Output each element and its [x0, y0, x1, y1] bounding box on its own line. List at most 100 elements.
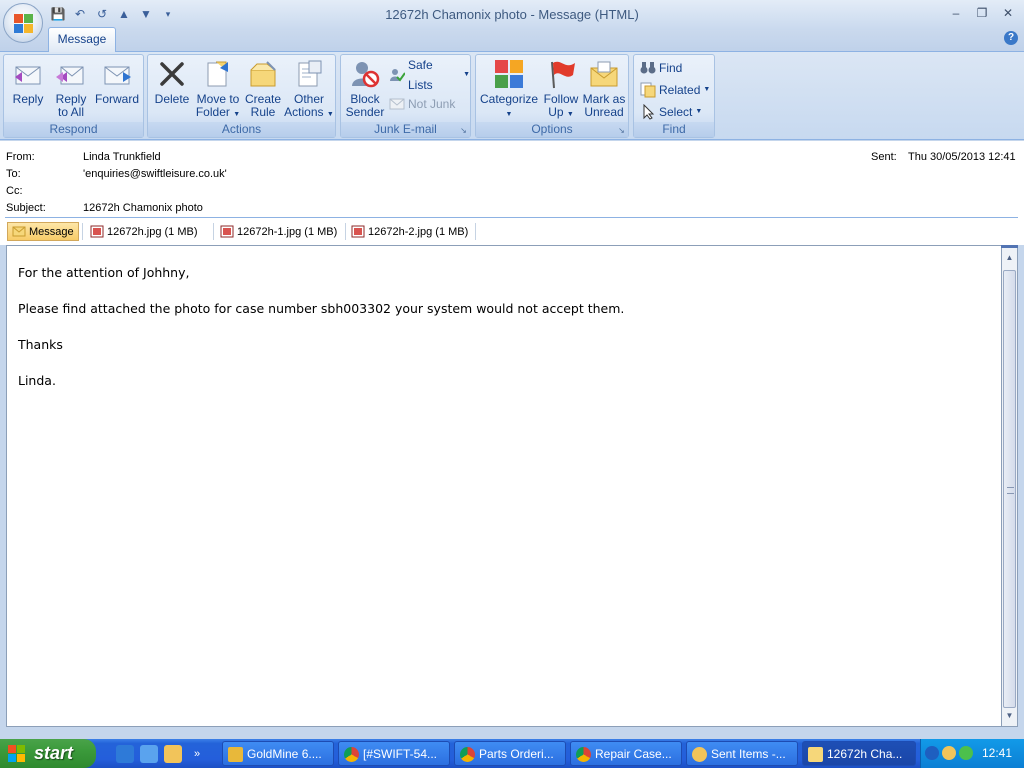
tab-message[interactable]: Message [48, 27, 116, 52]
body-line: Please find attached the photo for case … [18, 301, 625, 316]
window-controls: – ❐ ✕ [944, 4, 1020, 22]
scroll-up-icon[interactable]: ▲ [1002, 250, 1017, 266]
start-button[interactable]: start [0, 739, 96, 768]
system-tray: 12:41 [920, 739, 1024, 768]
internet-explorer-icon[interactable] [116, 745, 134, 763]
related-button[interactable]: Related ▼ [640, 80, 710, 100]
network-icon[interactable] [959, 746, 973, 760]
other-actions-button[interactable]: Other Actions ▼ [284, 58, 334, 121]
select-label: Select [659, 105, 693, 119]
scroll-thumb[interactable] [1003, 270, 1016, 708]
group-label-junk-email: Junk E-mail [341, 122, 470, 137]
attachment-divider [345, 223, 346, 240]
delete-button[interactable]: Delete [152, 58, 192, 106]
scroll-down-icon[interactable]: ▼ [1002, 708, 1017, 724]
group-label-respond: Respond [4, 122, 143, 137]
more-chevron-icon[interactable]: » [188, 745, 206, 763]
ribbon-tab-row [0, 30, 1024, 52]
group-respond: Reply Reply to All Forward Respond [3, 54, 144, 138]
windows-flag-icon [8, 745, 26, 763]
categorize-button[interactable]: Categorize ▼ [480, 58, 538, 121]
outlook-icon [692, 747, 707, 762]
dialog-launcher-icon[interactable]: ↘ [617, 126, 626, 135]
taskbar: start » GoldMine 6.... [#SWIFT-54... Par… [0, 739, 1024, 768]
block-sender-button[interactable]: Block Sender [343, 58, 387, 119]
window-bottom-frame [0, 727, 1024, 739]
subject-label: Subject: [6, 202, 46, 214]
attachment-item[interactable]: 12672h.jpg (1 MB) [86, 222, 202, 241]
attachment-label: 12672h-2.jpg (1 MB) [368, 225, 469, 238]
header-divider [5, 217, 1018, 218]
find-button[interactable]: Find [640, 58, 682, 78]
attachment-item[interactable]: 12672h-2.jpg (1 MB) [347, 222, 472, 241]
not-junk-button[interactable]: Not Junk [389, 94, 455, 114]
chevron-down-icon: ▼ [326, 111, 334, 118]
vertical-scrollbar[interactable]: ▲ ▼ [1001, 245, 1018, 727]
message-header: From: Linda Trunkfield To: 'enquiries@sw… [0, 141, 1024, 219]
body-line: Thanks [18, 337, 63, 352]
taskbar-button-current-message[interactable]: 12672h Cha... [802, 741, 916, 766]
outlook-tray-icon[interactable] [942, 746, 956, 760]
other-actions-icon [293, 58, 325, 90]
taskbar-button-parts-ordering[interactable]: Parts Orderi... [454, 741, 566, 766]
chevron-down-icon: ▼ [703, 86, 711, 93]
cursor-arrow-icon [640, 103, 656, 120]
close-button[interactable]: ✕ [996, 4, 1020, 22]
reply-icon [12, 58, 44, 90]
group-label-find: Find [634, 122, 714, 137]
outlook-icon[interactable] [164, 745, 182, 763]
chrome-icon [576, 747, 591, 762]
tray-expand-icon[interactable] [925, 746, 939, 760]
reply-label: Reply [12, 92, 44, 106]
message-attachment-tab[interactable]: Message [7, 222, 79, 241]
mark-as-unread-button[interactable]: Mark as Unread [582, 58, 626, 119]
taskbar-button-label: 12672h Cha... [827, 747, 903, 761]
taskbar-button-repair-case[interactable]: Repair Case... [570, 741, 682, 766]
attachment-divider [213, 223, 214, 240]
quick-launch: » [116, 745, 206, 763]
not-junk-icon [389, 96, 405, 112]
message-body[interactable]: For the attention of Johhny, Please find… [6, 245, 1001, 727]
taskbar-button-goldmine[interactable]: GoldMine 6.... [222, 741, 334, 766]
block-sender-icon [349, 58, 381, 90]
taskbar-button-label: Sent Items -... [711, 747, 786, 761]
minimize-button[interactable]: – [944, 4, 968, 22]
select-button[interactable]: Select ▼ [640, 102, 702, 122]
scrollbar-top-accent [1001, 245, 1018, 248]
window-title: 12672h Chamonix photo - Message (HTML) [385, 7, 639, 22]
binoculars-icon [640, 60, 656, 76]
subject-value: 12672h Chamonix photo [83, 202, 203, 214]
move-to-folder-icon [202, 58, 234, 90]
related-icon [640, 82, 656, 98]
group-actions: Delete Move to Folder ▼ Create Rule Othe… [147, 54, 336, 138]
group-label-options: Options [476, 122, 628, 137]
group-label-actions: Actions [148, 122, 335, 137]
reply-button[interactable]: Reply [8, 58, 48, 106]
reply-all-button[interactable]: Reply to All [50, 58, 92, 119]
restore-button[interactable]: ❐ [970, 4, 994, 22]
create-rule-button[interactable]: Create Rule [243, 58, 283, 119]
safe-lists-button[interactable]: Safe Lists ▼ [389, 58, 470, 92]
forward-button[interactable]: Forward [93, 58, 141, 106]
reply-all-icon [55, 58, 87, 90]
attachment-bar: Message 12672h.jpg (1 MB) 12672h-1.jpg (… [0, 219, 1024, 245]
help-icon[interactable]: ? [1004, 31, 1018, 45]
attachment-label: 12672h.jpg (1 MB) [107, 225, 198, 238]
office-button[interactable] [3, 3, 43, 43]
attachment-item[interactable]: 12672h-1.jpg (1 MB) [216, 222, 341, 241]
move-to-folder-button[interactable]: Move to Folder ▼ [193, 58, 243, 121]
image-file-icon [220, 225, 234, 238]
browser-icon[interactable] [140, 745, 158, 763]
taskbar-button-sent-items[interactable]: Sent Items -... [686, 741, 798, 766]
taskbar-button-swift[interactable]: [#SWIFT-54... [338, 741, 450, 766]
start-label: start [34, 743, 74, 763]
chevron-down-icon: ▼ [233, 111, 241, 118]
follow-up-button[interactable]: Follow Up ▼ [539, 58, 583, 121]
to-value[interactable]: 'enquiries@swiftleisure.co.uk' [83, 168, 227, 180]
from-value[interactable]: Linda Trunkfield [83, 151, 161, 163]
dialog-launcher-icon[interactable]: ↘ [459, 126, 468, 135]
message-tab-label: Message [29, 225, 74, 238]
clock[interactable]: 12:41 [982, 739, 1012, 768]
scroll-grip-icon [1007, 487, 1014, 494]
envelope-icon [808, 747, 823, 762]
